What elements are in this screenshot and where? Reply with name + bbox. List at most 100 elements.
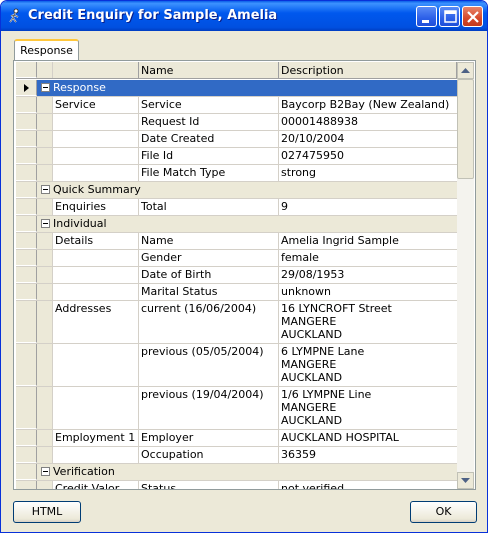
scroll-up-button[interactable] — [457, 62, 474, 79]
row-header[interactable] — [16, 80, 37, 96]
name-cell[interactable]: Occupation — [139, 447, 279, 463]
name-cell[interactable]: Date of Birth — [139, 267, 279, 283]
description-cell[interactable]: strong — [279, 165, 457, 181]
name-cell[interactable]: Request Id — [139, 114, 279, 130]
row-header[interactable] — [16, 464, 37, 480]
table-row[interactable]: Service Service Baycorp B2Bay (New Zealand… — [16, 97, 457, 114]
row-header[interactable] — [16, 250, 37, 266]
description-cell[interactable]: 29/08/1953 — [279, 267, 457, 283]
title-bar[interactable]: Credit Enquiry for Sample, Amelia — [1, 1, 487, 31]
description-cell[interactable]: unknown — [279, 284, 457, 300]
description-cell[interactable]: 9 — [279, 199, 457, 215]
row-indent — [37, 250, 53, 266]
row-header[interactable] — [16, 114, 37, 130]
table-row[interactable]: previous (19/04/2004) 1/6 LYMPNE Line MAN… — [16, 387, 457, 430]
table-row[interactable]: Gender female — [16, 250, 457, 267]
row-indent — [37, 131, 53, 147]
group-row[interactable]: Quick Summary — [16, 182, 457, 199]
row-header[interactable] — [16, 430, 37, 446]
name-cell[interactable]: current (16/06/2004) — [139, 301, 279, 343]
description-cell[interactable]: Baycorp B2Bay (New Zealand) — [279, 97, 457, 113]
scroll-thumb[interactable] — [457, 79, 474, 179]
collapse-icon[interactable] — [41, 219, 50, 228]
collapse-icon[interactable] — [41, 185, 50, 194]
description-cell[interactable]: AUCKLAND HOSPITAL — [279, 430, 457, 446]
collapse-icon[interactable] — [41, 83, 50, 92]
group-row[interactable]: Response — [16, 80, 457, 97]
name-cell[interactable]: previous (05/05/2004) — [139, 344, 279, 386]
table-row[interactable]: Employment 1 Employer AUCKLAND HOSPITAL — [16, 430, 457, 447]
ok-button[interactable]: OK — [410, 501, 477, 523]
row-header[interactable] — [16, 233, 37, 249]
table-row[interactable]: Occupation 36359 — [16, 447, 457, 464]
group-row[interactable]: Verification — [16, 464, 457, 481]
table-row[interactable]: Marital Status unknown — [16, 284, 457, 301]
description-cell[interactable]: 20/10/2004 — [279, 131, 457, 147]
name-column-header[interactable]: Name — [139, 62, 279, 78]
group-row[interactable]: Individual — [16, 216, 457, 233]
group-bar[interactable]: Verification — [37, 464, 457, 480]
maximize-button[interactable] — [439, 6, 460, 27]
group-bar[interactable]: Individual — [37, 216, 457, 232]
row-header[interactable] — [16, 165, 37, 181]
row-indent — [37, 97, 53, 113]
collapse-icon[interactable] — [41, 467, 50, 476]
row-header[interactable] — [16, 301, 37, 343]
name-cell[interactable]: File Id — [139, 148, 279, 164]
name-cell[interactable]: Date Created — [139, 131, 279, 147]
running-figure-icon[interactable] — [7, 8, 23, 24]
description-cell[interactable]: 36359 — [279, 447, 457, 463]
description-column-header[interactable]: Description — [279, 62, 457, 78]
group-bar[interactable]: Quick Summary — [37, 182, 457, 198]
name-cell[interactable]: Employer — [139, 430, 279, 446]
description-cell[interactable]: female — [279, 250, 457, 266]
table-row[interactable]: Date Created 20/10/2004 — [16, 131, 457, 148]
description-cell[interactable]: 027475950 — [279, 148, 457, 164]
name-cell[interactable]: previous (19/04/2004) — [139, 387, 279, 429]
row-header[interactable] — [16, 97, 37, 113]
table-row[interactable]: File Match Type strong — [16, 165, 457, 182]
minimize-button[interactable] — [416, 6, 437, 27]
table-row[interactable]: Date of Birth 29/08/1953 — [16, 267, 457, 284]
table-row[interactable]: Credit Valor Status not verified — [16, 481, 457, 489]
header-indent — [37, 62, 53, 78]
row-header[interactable] — [16, 148, 37, 164]
description-cell[interactable]: not verified — [279, 481, 457, 489]
row-header[interactable] — [16, 284, 37, 300]
vertical-scrollbar[interactable] — [457, 62, 474, 489]
description-cell[interactable]: 6 LYMPNE Lane MANGERE AUCKLAND — [279, 344, 457, 386]
table-row[interactable]: Addresses current (16/06/2004) 16 LYNCROFT… — [16, 301, 457, 344]
name-cell[interactable]: Service — [139, 97, 279, 113]
close-button[interactable] — [462, 6, 483, 27]
description-cell[interactable]: 16 LYNCROFT Street MANGERE AUCKLAND — [279, 301, 457, 343]
description-cell[interactable]: 00001488938 — [279, 114, 457, 130]
table-row[interactable]: Request Id 00001488938 — [16, 114, 457, 131]
row-header[interactable] — [16, 387, 37, 429]
scroll-down-button[interactable] — [457, 472, 474, 489]
name-cell[interactable]: Gender — [139, 250, 279, 266]
table-row[interactable]: Details Name Amelia Ingrid Sample — [16, 233, 457, 250]
description-cell[interactable]: 1/6 LYMPNE Line MANGERE AUCKLAND — [279, 387, 457, 429]
name-cell[interactable]: Status — [139, 481, 279, 489]
row-header[interactable] — [16, 199, 37, 215]
group-bar[interactable]: Response — [37, 80, 457, 96]
name-cell[interactable]: Marital Status — [139, 284, 279, 300]
html-button[interactable]: HTML — [13, 501, 81, 523]
row-header[interactable] — [16, 344, 37, 386]
row-header[interactable] — [16, 447, 37, 463]
table-row[interactable]: Enquiries Total 9 — [16, 199, 457, 216]
row-header[interactable] — [16, 267, 37, 283]
name-cell[interactable]: Name — [139, 233, 279, 249]
row-header[interactable] — [16, 216, 37, 232]
name-cell[interactable]: File Match Type — [139, 165, 279, 181]
row-header[interactable] — [16, 131, 37, 147]
table-row[interactable]: previous (05/05/2004) 6 LYMPNE Lane MANGE… — [16, 344, 457, 387]
table-row[interactable]: File Id 027475950 — [16, 148, 457, 165]
section-cell — [53, 387, 139, 429]
name-cell[interactable]: Total — [139, 199, 279, 215]
row-header[interactable] — [16, 182, 37, 198]
response-grid[interactable]: Name Description Response Service Service B… — [16, 62, 457, 489]
tab-response[interactable]: Response — [14, 39, 79, 61]
description-cell[interactable]: Amelia Ingrid Sample — [279, 233, 457, 249]
row-header[interactable] — [16, 481, 37, 489]
